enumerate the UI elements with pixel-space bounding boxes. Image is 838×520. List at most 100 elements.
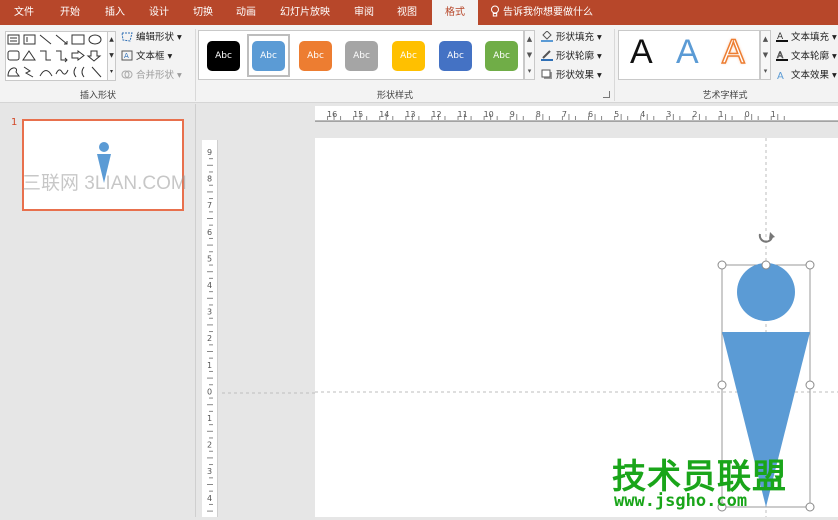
ruler-number: 4 (640, 110, 645, 119)
shape-styles-group-label: 形状样式 (376, 91, 413, 101)
text-box-icon: A (121, 50, 133, 61)
ruler-number: 13 (405, 110, 415, 119)
ruler-number: 0 (745, 110, 750, 119)
paint-bucket-icon (541, 31, 553, 42)
ruler-number: 12 (431, 110, 441, 119)
ruler-number: 6 (207, 228, 212, 237)
wordart-black[interactable]: A (630, 33, 653, 72)
vertical-ruler: 9 8 7 6 5 4 3 2 1 0 1 2 3 4 (202, 140, 218, 519)
ruler-number: 1 (771, 110, 776, 119)
swatch-text: Abc (215, 51, 232, 61)
swatch-text: Abc (307, 51, 324, 61)
ruler-number: 16 (327, 110, 337, 119)
tell-me-text: 告诉我你想要做什么 (503, 7, 593, 18)
tab-format[interactable]: 格式 (432, 0, 478, 25)
shape-fill-button[interactable]: 形状填充 ▾ (541, 30, 602, 46)
ruler-number: 5 (207, 254, 212, 263)
style-swatch-blue[interactable]: Abc (252, 41, 285, 71)
shape-outline-button[interactable]: 形状轮廓 ▾ (541, 49, 602, 65)
merge-shapes-button[interactable]: 合并形状 ▾ (121, 68, 182, 84)
shape-effects-icon (541, 69, 552, 79)
style-swatch-gray[interactable]: Abc (345, 41, 378, 71)
wordart-scroll[interactable]: ▲ ▼ ▾ (760, 30, 771, 80)
url-watermark: www.jsgho.com (614, 491, 748, 511)
style-swatch-orange[interactable]: Abc (299, 41, 332, 71)
svg-text:A: A (124, 52, 129, 60)
edit-shape-button[interactable]: 编辑形状 ▾ (121, 30, 182, 46)
vertical-ruler-ticks: 9 8 7 6 5 4 3 2 1 0 1 2 3 4 (207, 148, 213, 519)
thumbnail-watermark: 三联网 3LIAN.COM (22, 173, 187, 194)
tab-transitions[interactable]: 切换 (183, 0, 223, 25)
style-swatch-gold[interactable]: Abc (392, 41, 425, 71)
wordart-orange-outline[interactable]: A (721, 32, 745, 72)
ruler-number: 3 (207, 467, 212, 476)
ruler-number: 4 (207, 494, 212, 503)
tab-review[interactable]: 审阅 (344, 0, 384, 25)
style-swatch-black[interactable]: Abc (207, 41, 240, 71)
thumbnail-shapes (97, 142, 111, 183)
style-swatch-green[interactable]: Abc (485, 41, 518, 71)
insert-shapes-group-label: 插入形状 (79, 91, 116, 101)
tab-file[interactable]: 文件 (2, 0, 46, 25)
ruler-number: 6 (588, 110, 593, 119)
text-outline-label: 文本轮廓 (791, 51, 830, 62)
tab-home[interactable]: 开始 (50, 0, 90, 25)
shape-styles-scroll[interactable]: ▲ ▼ ▾ (524, 30, 535, 80)
ruler-number: 15 (353, 110, 363, 119)
merge-shapes-label: 合并形状 (136, 70, 175, 81)
tab-animations[interactable]: 动画 (226, 0, 266, 25)
shape-effects-button[interactable]: 形状效果 ▾ (541, 68, 602, 84)
ruler-number: 8 (536, 110, 541, 119)
ruler-number: 0 (207, 387, 212, 396)
svg-text:A: A (777, 71, 784, 80)
tell-me-search[interactable]: 告诉我你想要做什么 (490, 0, 610, 25)
pencil-icon (541, 50, 553, 61)
ruler-number: 5 (614, 110, 619, 119)
ruler-number: 7 (562, 110, 567, 119)
text-effects-icon: A (777, 71, 784, 80)
rotate-handle-icon (758, 232, 775, 243)
text-box-label: 文本框 (136, 51, 165, 62)
tab-design[interactable]: 设计 (139, 0, 179, 25)
shapes-gallery[interactable] (5, 31, 110, 81)
text-effects-button[interactable]: A 文本效果 ▾ (776, 68, 837, 84)
ruler-number: 2 (207, 441, 212, 450)
text-effects-label: 文本效果 (791, 70, 830, 81)
wordart-blue[interactable]: A (676, 33, 699, 72)
wordart-group-label: 艺术字样式 (702, 91, 748, 101)
ruler-number: 14 (379, 110, 389, 119)
ruler-number: 1 (719, 110, 724, 119)
text-fill-icon: A (776, 32, 788, 42)
text-outline-icon: A (776, 51, 788, 61)
text-fill-button[interactable]: A 文本填充 ▾ (776, 30, 837, 46)
tab-insert[interactable]: 插入 (95, 0, 135, 25)
ruler-number: 7 (207, 201, 212, 210)
swatch-text: Abc (353, 51, 370, 61)
shape-effects-label: 形状效果 (556, 70, 595, 81)
ruler-number: 3 (207, 308, 212, 317)
ruler-number: 1 (207, 414, 212, 423)
style-swatch-darkblue[interactable]: Abc (439, 41, 472, 71)
text-fill-label: 文本填充 (791, 32, 830, 43)
ruler-number: 11 (458, 110, 468, 119)
shapes-gallery-scroll[interactable]: ▲ ▼ ▾ (107, 31, 116, 81)
edit-shape-label: 编辑形状 (136, 32, 175, 43)
ruler-number: 10 (484, 110, 494, 119)
horizontal-ruler: 16 15 14 13 12 11 10 9 8 7 6 5 4 3 2 1 0 1 (315, 106, 838, 122)
swatch-text: Abc (493, 51, 510, 61)
text-outline-button[interactable]: A 文本轮廓 ▾ (776, 49, 837, 65)
group-separator (614, 29, 615, 101)
merge-shapes-icon (121, 70, 133, 79)
edit-shape-icon (121, 32, 133, 42)
lightbulb-icon (491, 5, 499, 17)
shape-outline-label: 形状轮廓 (556, 51, 595, 62)
shape-styles-launcher-icon[interactable] (603, 91, 610, 98)
ruler-number: 9 (510, 110, 515, 119)
tab-slideshow[interactable]: 幻灯片放映 (272, 0, 338, 25)
swatch-text: Abc (400, 51, 417, 61)
ruler-number: 3 (666, 110, 671, 119)
slide-thumbnail[interactable] (22, 119, 184, 211)
wordart-gallery: A A A (618, 30, 760, 80)
text-box-button[interactable]: A 文本框 ▾ (121, 49, 172, 65)
tab-view[interactable]: 视图 (387, 0, 427, 25)
